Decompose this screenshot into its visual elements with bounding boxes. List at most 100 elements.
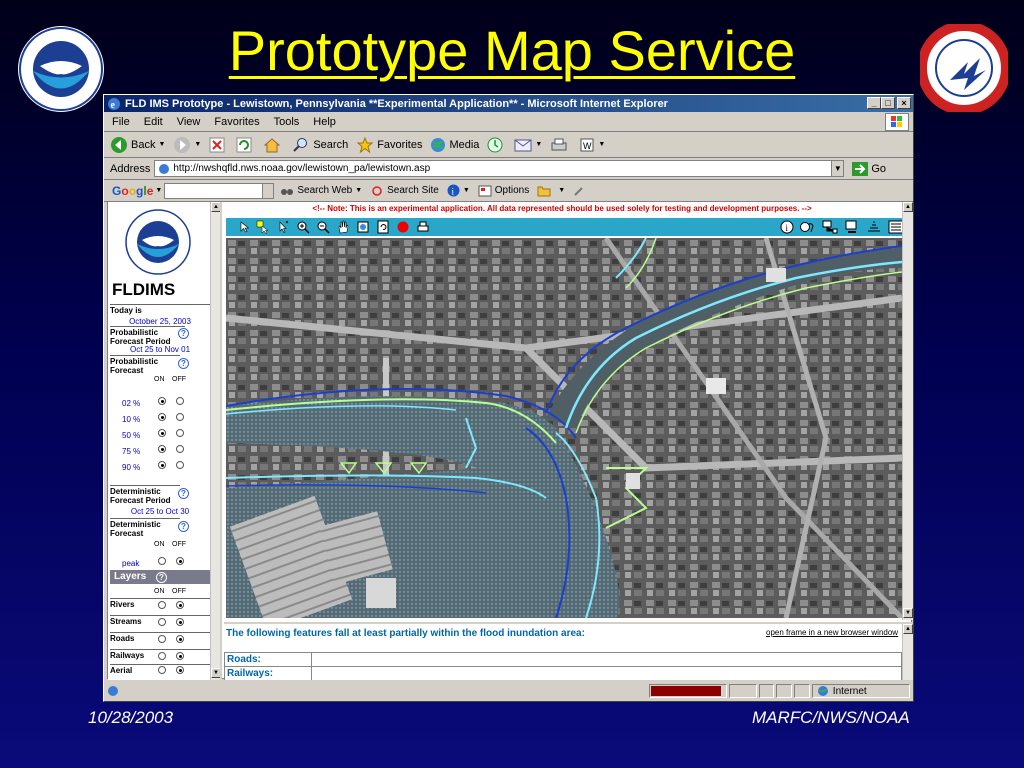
search-web-button[interactable]: Search Web ▼ bbox=[280, 185, 362, 197]
menu-view[interactable]: View bbox=[177, 116, 201, 128]
stop-button[interactable] bbox=[209, 137, 228, 153]
highlighter-button[interactable] bbox=[573, 185, 588, 197]
help-icon-prob-period[interactable]: ? bbox=[178, 328, 189, 339]
pct-75-on-radio[interactable] bbox=[158, 445, 166, 453]
print-button[interactable] bbox=[550, 137, 571, 153]
features-scroll-up-icon[interactable]: ▲ bbox=[903, 624, 913, 634]
history-button[interactable] bbox=[487, 137, 506, 153]
address-dropdown-icon[interactable]: ▼ bbox=[831, 161, 844, 176]
pct-02-on-radio[interactable] bbox=[158, 397, 166, 405]
aerial-on-radio[interactable] bbox=[158, 666, 166, 674]
fldims-title: FLDIMS bbox=[112, 280, 176, 299]
help-icon-prob-forecast[interactable]: ? bbox=[178, 358, 189, 369]
map-frame-scrollbar[interactable]: ▲ ▼ bbox=[902, 202, 913, 620]
pct-10-on-radio[interactable] bbox=[158, 413, 166, 421]
google-search-input[interactable] bbox=[164, 182, 275, 199]
google-logo[interactable]: Google bbox=[112, 184, 153, 198]
map-scroll-up-icon[interactable]: ▲ bbox=[903, 202, 913, 212]
flood-inundation-map[interactable] bbox=[226, 238, 902, 618]
menu-help[interactable]: Help bbox=[313, 116, 336, 128]
google-toolbar: Google ▼ Search Web ▼ Search Site i ▼ Opt… bbox=[104, 180, 913, 202]
edit-button[interactable]: W ▼ bbox=[579, 137, 605, 153]
scroll-up-icon[interactable]: ▲ bbox=[211, 202, 220, 212]
pct-90-off-radio[interactable] bbox=[176, 461, 184, 469]
peak-on-radio[interactable] bbox=[158, 557, 166, 565]
refresh-icon bbox=[236, 137, 252, 152]
page-info-button[interactable]: i ▼ bbox=[447, 184, 470, 197]
features-title: The following features fall at least par… bbox=[226, 628, 585, 639]
menu-file[interactable]: File bbox=[112, 116, 130, 128]
svg-text:e: e bbox=[111, 100, 116, 111]
globe-icon bbox=[431, 137, 446, 152]
close-button[interactable]: × bbox=[897, 97, 911, 109]
query-icon[interactable] bbox=[800, 219, 816, 235]
pct-02-off-radio[interactable] bbox=[176, 397, 184, 405]
railways-on-radio[interactable] bbox=[158, 652, 166, 660]
help-icon-det-forecast[interactable]: ? bbox=[178, 521, 189, 532]
menu-tools[interactable]: Tools bbox=[274, 116, 300, 128]
roads-on-radio[interactable] bbox=[158, 635, 166, 643]
features-table: Roads: Railways: bbox=[224, 652, 902, 680]
select-tool-icon[interactable] bbox=[256, 219, 270, 235]
maximize-button[interactable]: □ bbox=[881, 97, 895, 109]
pct-50-on-radio[interactable] bbox=[158, 429, 166, 437]
roads-off-radio[interactable] bbox=[176, 635, 184, 643]
forward-button[interactable]: ▼ bbox=[173, 136, 201, 154]
media-button[interactable]: Media bbox=[430, 137, 479, 153]
rivers-on-radio[interactable] bbox=[158, 601, 166, 609]
zoom-out-icon[interactable] bbox=[316, 219, 330, 235]
go-button[interactable]: Go bbox=[852, 161, 886, 176]
home-button[interactable] bbox=[263, 137, 284, 153]
map-info-icon[interactable]: i bbox=[780, 219, 794, 235]
identify-tool-icon[interactable] bbox=[276, 219, 290, 235]
map-frame: <!-- Note: This is an experimental appli… bbox=[224, 202, 913, 620]
options-button[interactable]: Options bbox=[478, 185, 529, 197]
address-label: Address bbox=[110, 162, 151, 175]
refresh-map-icon[interactable] bbox=[376, 219, 390, 235]
streams-off-radio[interactable] bbox=[176, 618, 184, 626]
aerial-off-radio[interactable] bbox=[176, 666, 184, 674]
menu-edit[interactable]: Edit bbox=[144, 116, 163, 128]
map-scroll-down-icon[interactable]: ▼ bbox=[903, 608, 913, 618]
mail-button[interactable]: ▼ bbox=[514, 138, 542, 152]
favorites-button[interactable]: Favorites bbox=[356, 136, 422, 153]
zoom-in-icon[interactable] bbox=[296, 219, 310, 235]
folder-button[interactable]: ▼ bbox=[537, 185, 565, 197]
experimental-notice: <!-- Note: This is an experimental appli… bbox=[312, 204, 812, 213]
pointer-tool-icon[interactable] bbox=[240, 219, 250, 235]
open-frame-link[interactable]: open frame in a new browser window bbox=[766, 628, 898, 637]
full-extent-icon[interactable] bbox=[356, 219, 370, 235]
window-titlebar[interactable]: e FLD IMS Prototype - Lewistown, Pennsyl… bbox=[104, 95, 913, 112]
left-frame-scrollbar[interactable]: ▲ ▼ bbox=[210, 202, 220, 680]
back-button[interactable]: Back ▼ bbox=[110, 136, 165, 154]
layers-list-icon[interactable] bbox=[866, 219, 882, 235]
railways-off-radio[interactable] bbox=[176, 652, 184, 660]
prob-forecast-label: Probabilistic Forecast bbox=[110, 355, 180, 375]
address-input[interactable]: http://nwshqfld.nws.noaa.gov/lewistown_p… bbox=[154, 160, 845, 177]
computer-icon[interactable] bbox=[844, 219, 860, 235]
print-map-icon[interactable] bbox=[416, 219, 430, 235]
pct-90-on-radio[interactable] bbox=[158, 461, 166, 469]
search-button[interactable]: Search bbox=[292, 137, 348, 153]
scroll-down-icon[interactable]: ▼ bbox=[211, 668, 220, 678]
search-site-button[interactable]: Search Site bbox=[370, 185, 439, 197]
ie-icon: e bbox=[108, 97, 120, 111]
pct-75-off-radio[interactable] bbox=[176, 445, 184, 453]
network-icon[interactable] bbox=[822, 219, 838, 235]
help-icon-layers[interactable]: ? bbox=[156, 572, 167, 583]
rivers-off-radio[interactable] bbox=[176, 601, 184, 609]
peak-off-radio[interactable] bbox=[176, 557, 184, 565]
help-icon-det-period[interactable]: ? bbox=[178, 488, 189, 499]
pct-10-off-radio[interactable] bbox=[176, 413, 184, 421]
features-frame: The following features fall at least par… bbox=[224, 622, 913, 680]
features-scrollbar[interactable]: ▲ bbox=[902, 624, 913, 680]
record-icon[interactable] bbox=[396, 219, 410, 235]
folder-icon bbox=[537, 186, 551, 196]
pan-hand-icon[interactable] bbox=[336, 219, 350, 235]
status-text bbox=[127, 684, 647, 698]
streams-on-radio[interactable] bbox=[158, 618, 166, 626]
minimize-button[interactable]: _ bbox=[867, 97, 881, 109]
menu-favorites[interactable]: Favorites bbox=[214, 116, 259, 128]
pct-50-off-radio[interactable] bbox=[176, 429, 184, 437]
refresh-button[interactable] bbox=[236, 137, 255, 153]
